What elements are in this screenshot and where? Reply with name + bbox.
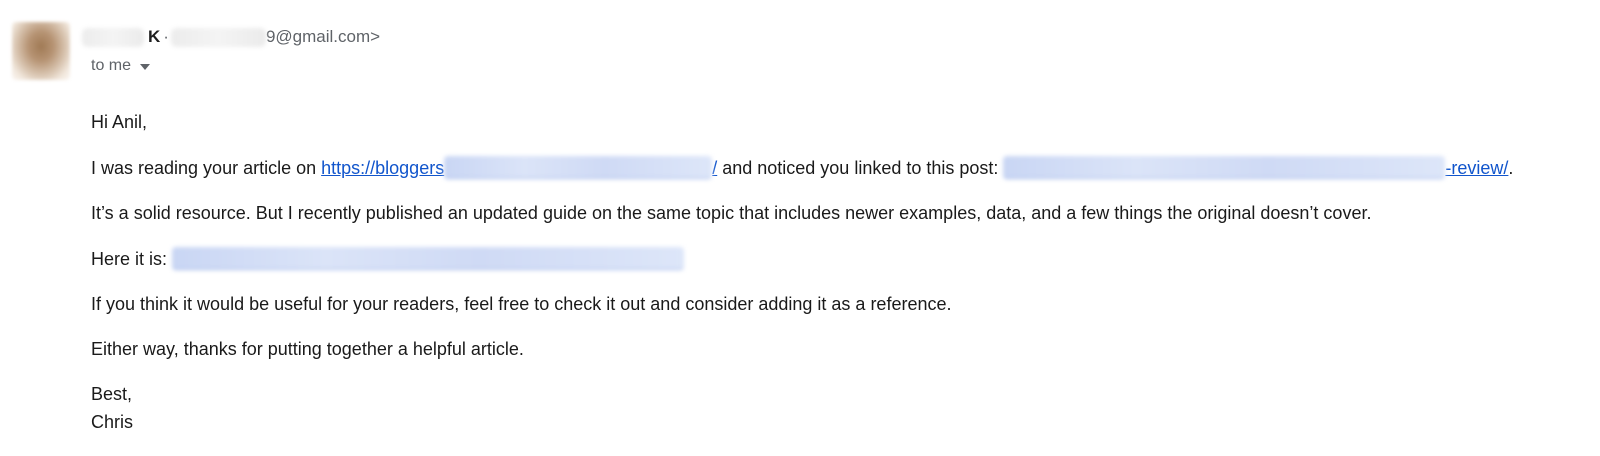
p1-text-end: . bbox=[1508, 158, 1514, 178]
paragraph-consider-adding: If you think it would be useful for your… bbox=[91, 294, 952, 314]
p1-text-start: I was reading your article on bbox=[91, 158, 322, 178]
recipient-dropdown[interactable]: to me bbox=[91, 54, 151, 78]
signature: Chris bbox=[91, 412, 134, 432]
linked-post-link-end: -review/ bbox=[1445, 158, 1509, 178]
paragraph-here-it-is: Here it is: bbox=[91, 247, 1591, 270]
redacted-link-part bbox=[1003, 156, 1446, 179]
sender-line: K · 9@gmail.com> bbox=[82, 25, 380, 49]
recipient-label: to me bbox=[91, 57, 132, 74]
redacted-sender-first-name bbox=[82, 27, 144, 47]
linked-post-link[interactable]: -review/ bbox=[1003, 156, 1509, 179]
redacted-sender-email bbox=[170, 27, 266, 47]
sender-email[interactable]: 9@gmail.com> bbox=[266, 27, 380, 47]
guide-link[interactable] bbox=[172, 247, 685, 270]
here-it-is-label: Here it is: bbox=[91, 249, 173, 269]
redacted-link-part bbox=[172, 247, 685, 270]
paragraph-article-reference: I was reading your article on https://bl… bbox=[91, 156, 1591, 179]
sender-name[interactable]: K bbox=[148, 27, 160, 47]
sender-avatar[interactable] bbox=[12, 22, 70, 80]
p1-text-middle: and noticed you linked to this post: bbox=[717, 158, 1004, 178]
paragraph-thanks: Either way, thanks for putting together … bbox=[91, 339, 524, 359]
redacted-link-part bbox=[444, 156, 713, 179]
caret-down-icon[interactable] bbox=[140, 63, 151, 70]
paragraph-updated-guide: It’s a solid resource. But I recently pu… bbox=[91, 203, 1372, 223]
greeting: Hi Anil, bbox=[91, 112, 148, 132]
message-body: Hi Anil, I was reading your article on h… bbox=[91, 111, 1591, 433]
signoff: Best, bbox=[91, 384, 133, 404]
sender-separator: · bbox=[163, 27, 169, 46]
article-link-visible: https://bloggers bbox=[321, 158, 445, 178]
article-link[interactable]: https://bloggers / bbox=[321, 156, 717, 179]
